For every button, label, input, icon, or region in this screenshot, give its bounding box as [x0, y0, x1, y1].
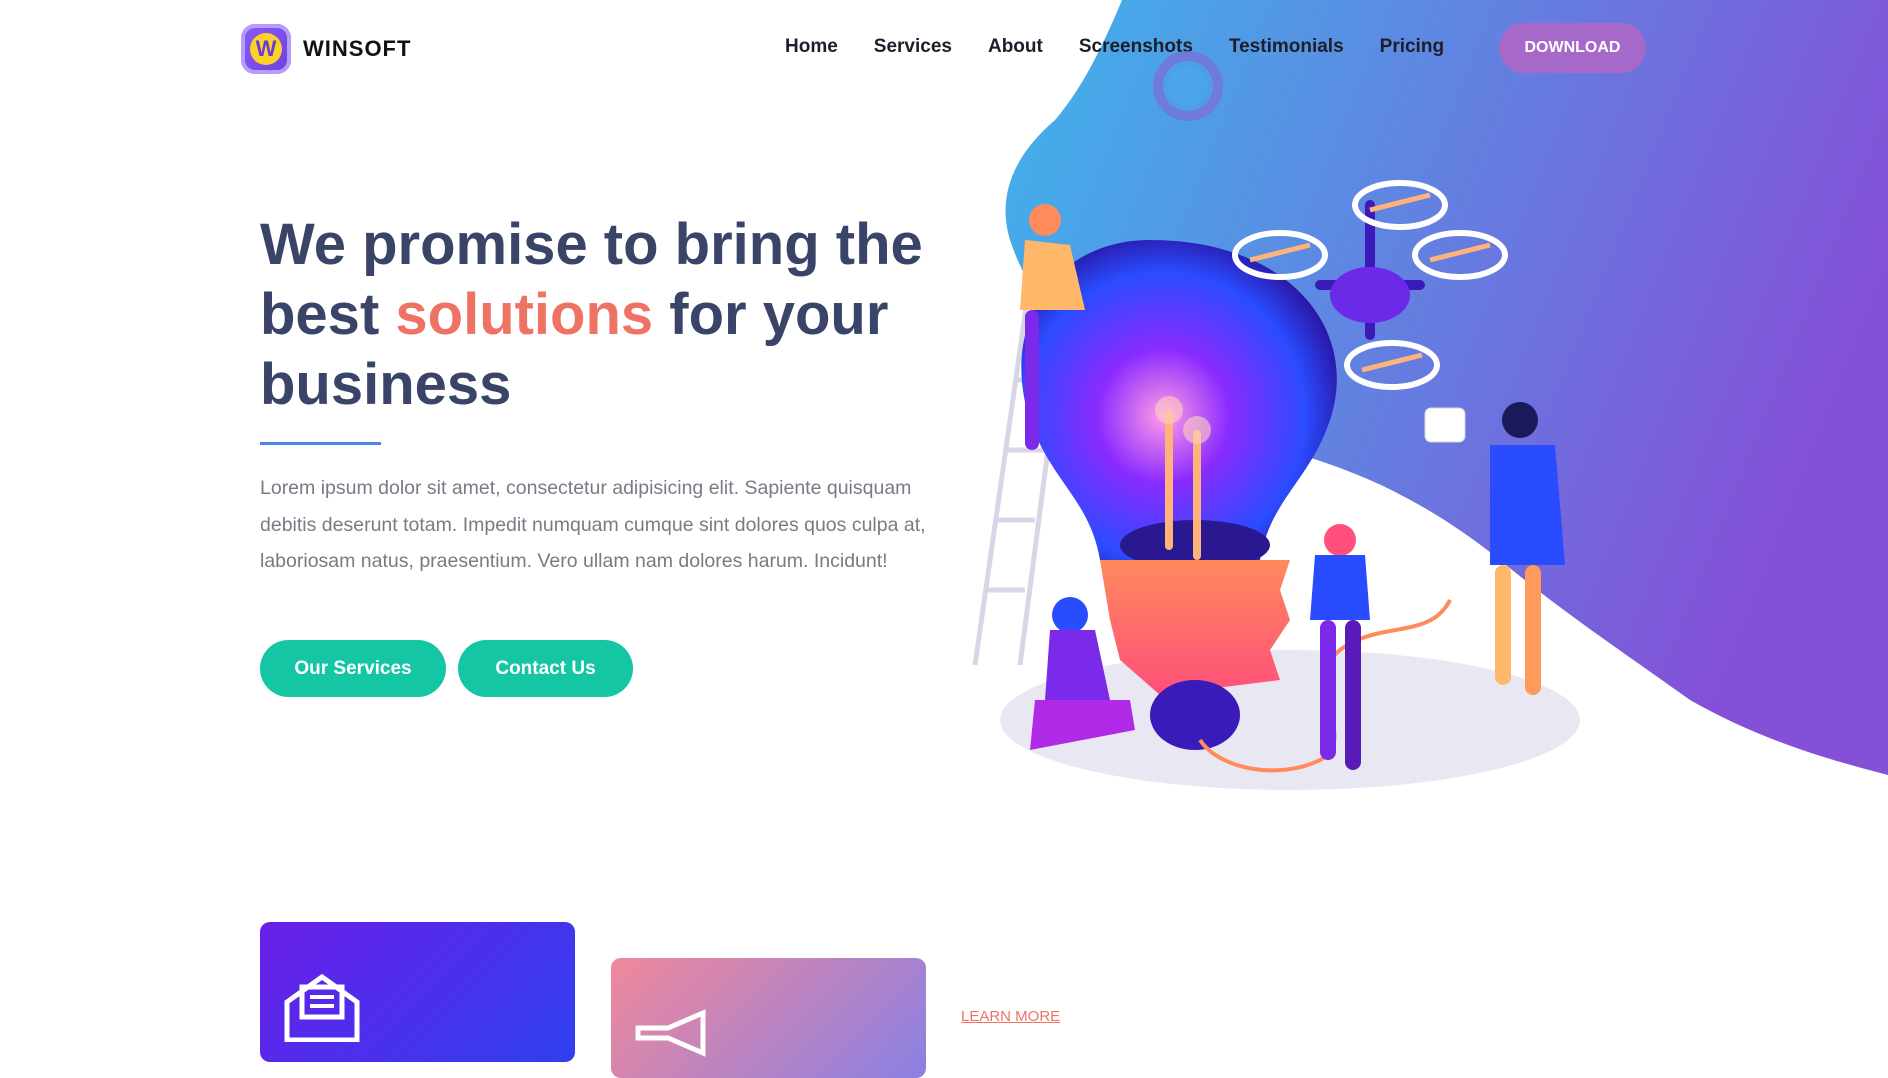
brand-logo[interactable]: W WINSOFT [241, 24, 411, 74]
nav-services[interactable]: Services [874, 36, 952, 58]
logo-letter: W [250, 33, 282, 65]
nav-testimonials[interactable]: Testimonials [1229, 36, 1344, 58]
hero-description: Lorem ipsum dolor sit amet, consectetur … [260, 477, 926, 572]
ring-decoration-icon [1153, 51, 1223, 121]
main-navigation: Home Services About Screenshots Testimon… [785, 36, 1444, 58]
service-card-email[interactable] [260, 922, 575, 1062]
nav-about[interactable]: About [988, 36, 1043, 58]
site-header: W WINSOFT Home Services About Screenshot… [0, 0, 1888, 104]
our-services-button[interactable]: Our Services [260, 640, 446, 697]
hero-title-accent: solutions [395, 282, 654, 347]
logo-mark-icon: W [241, 24, 291, 74]
hero-title: We promise to bring the best solutions f… [260, 210, 980, 420]
nav-home[interactable]: Home [785, 36, 838, 58]
service-card-marketing[interactable] [611, 958, 926, 1078]
download-button[interactable]: DOWNLOAD [1499, 23, 1646, 73]
person-with-plug [1424, 402, 1565, 695]
lightbulb-illustration [972, 180, 1580, 790]
brand-name: WINSOFT [303, 36, 412, 61]
title-divider [260, 442, 381, 445]
contact-us-button[interactable]: Contact Us [458, 640, 633, 697]
megaphone-icon [635, 1009, 706, 1057]
nav-pricing[interactable]: Pricing [1380, 36, 1444, 58]
envelope-icon [284, 973, 360, 1042]
learn-more-link[interactable]: LEARN MORE [961, 1008, 1060, 1025]
